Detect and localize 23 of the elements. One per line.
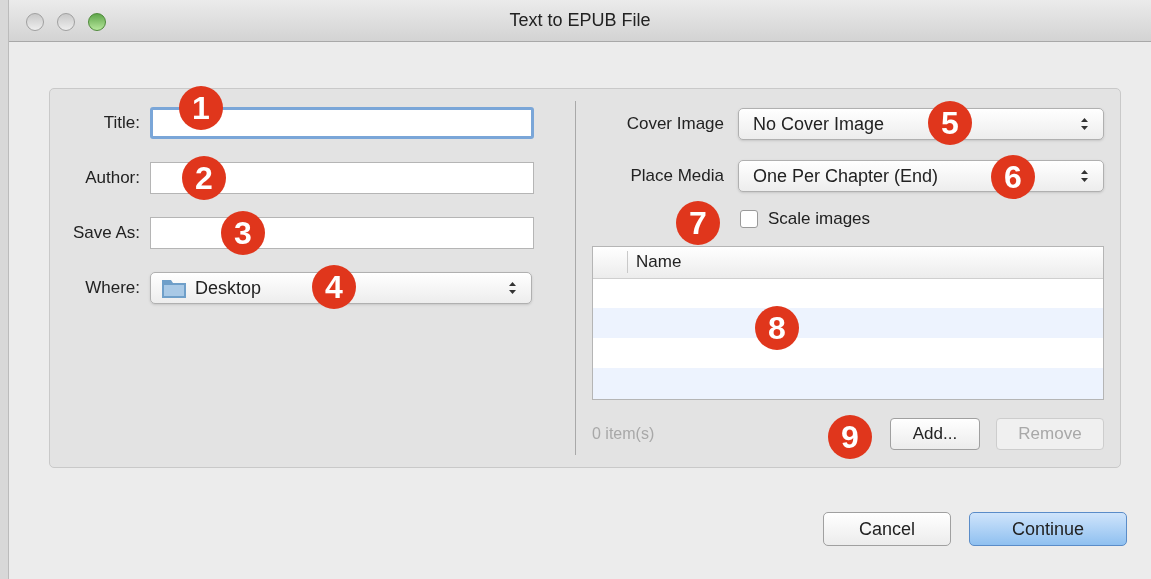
list-button[interactable]: Add...	[890, 417, 980, 450]
field-label: Author:	[84, 167, 141, 190]
column-header[interactable]: Name	[628, 249, 682, 275]
minimize-button[interactable]	[57, 13, 75, 31]
popup-arrows-icon	[1080, 116, 1089, 132]
field-label: Save As:	[71, 222, 141, 245]
field-label: Where:	[84, 277, 141, 300]
popup-arrows-icon	[508, 280, 517, 296]
field-label: Cover Image	[625, 113, 725, 136]
popup-arrows-icon	[1080, 168, 1089, 184]
item-count: 0 item(s)	[592, 423, 655, 444]
window-title: Text to EPUB File	[509, 9, 651, 32]
field-label: Title:	[102, 112, 141, 135]
text-field[interactable]	[150, 162, 534, 194]
text-field[interactable]	[150, 217, 534, 249]
field-label: Place Media	[629, 165, 725, 188]
zoom-button[interactable]	[88, 13, 106, 31]
folder-icon	[161, 277, 187, 299]
checkbox[interactable]	[740, 209, 758, 228]
checkbox-label: Scale images	[768, 208, 871, 230]
dialog-button[interactable]: Continue	[969, 512, 1127, 546]
dialog-button[interactable]: Cancel	[823, 512, 951, 546]
close-button[interactable]	[26, 13, 44, 31]
